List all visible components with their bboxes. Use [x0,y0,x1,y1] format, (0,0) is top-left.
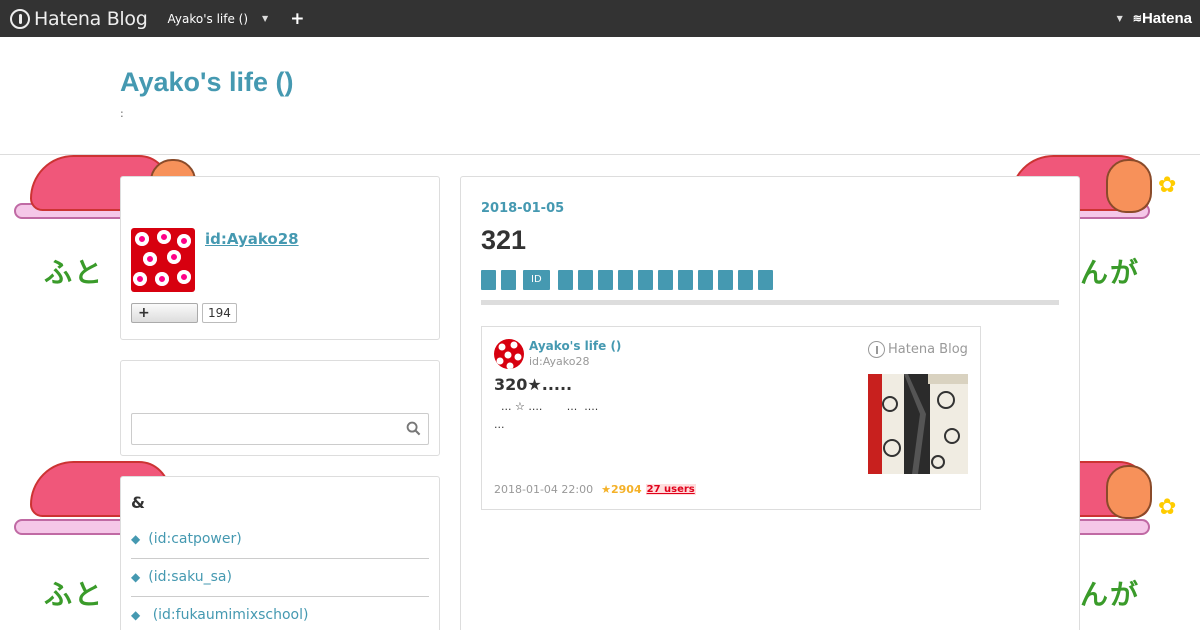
follow-button[interactable]: + [131,303,198,323]
embed-entry-title[interactable]: 320★..... [494,375,572,394]
background-text-left: ふと [44,256,105,289]
caret-down-icon: ▼ [262,14,269,23]
flower-icon: ✿ [1158,495,1177,520]
tag-button[interactable] [617,270,633,290]
search-input[interactable] [131,413,429,445]
entry-divider [481,300,1059,305]
tag-button[interactable] [677,270,693,290]
hatena-blog-logo[interactable]: Hatena Blog [10,8,148,30]
add-button[interactable]: + [290,9,304,29]
blog-header: Ayako's life () : [0,37,1200,155]
profile-module: id:Ayako28 + 194 [120,176,440,340]
embed-blog-name[interactable]: Ayako's life () [529,339,621,353]
embed-thumbnail[interactable] [868,374,968,474]
link-item-label: (id:catpower) [148,531,242,547]
tag-button[interactable] [577,270,593,290]
embed-star-count[interactable]: ★2904 [601,483,641,496]
tag-button[interactable] [597,270,613,290]
link-item[interactable]: ◆ (id:catpower) [131,531,429,547]
tag-id-button[interactable]: ID [523,270,550,290]
search-icon[interactable] [406,421,421,436]
tag-button[interactable] [557,270,573,290]
diamond-icon: ◆ [131,608,141,622]
blog-title[interactable]: Ayako's life () [120,67,293,98]
hatena-blog-logo-icon [10,8,30,29]
search-module [120,360,440,456]
links-module: & ◆ (id:catpower) ◆ (id:saku_sa) ◆ (id:fuk… [120,476,440,630]
embed-summary-line: ... [494,418,505,431]
user-menu-caret-icon[interactable]: ▼ [1117,14,1123,23]
embed-meta: 2018-01-04 22:00 ★2904 27 users [494,483,696,496]
background-text-right: んが [1080,578,1141,611]
tag-button[interactable] [717,270,733,290]
embed-bookmark-users[interactable]: 27 users [645,484,696,495]
links-title: & [131,493,145,512]
background-text-left: ふと [44,578,105,611]
profile-id-link[interactable]: id:Ayako28 [205,230,299,248]
blog-switcher[interactable]: Ayako's life () ▼ [168,12,269,26]
tag-button[interactable] [697,270,713,290]
diamond-icon: ◆ [131,532,141,546]
character-head-illustration [1106,159,1152,213]
divider [131,558,429,559]
blog-switcher-label: Ayako's life () [167,11,249,26]
tag-button[interactable] [737,270,753,290]
embed-hatena-blog-logo[interactable]: Hatena Blog [868,341,968,358]
blog-description: : [120,107,124,120]
entry-date[interactable]: 2018-01-05 [481,201,564,216]
embed-blog-id: id:Ayako28 [529,355,590,368]
hatena-blog-logo-icon [868,341,885,358]
tag-button[interactable] [657,270,673,290]
profile-avatar[interactable] [131,228,195,292]
link-item[interactable]: ◆ (id:fukaumimixschool) [131,607,429,623]
embedded-entry-card[interactable]: Ayako's life () id:Ayako28 Hatena Blog 3… [481,326,981,510]
embed-date: 2018-01-04 22:00 [494,483,594,496]
hatena-waves-icon: ≋ [1132,13,1142,25]
hatena-logo[interactable]: ≋ Hatena [1133,10,1192,27]
tag-button[interactable] [501,270,516,290]
character-head-illustration [1106,465,1152,519]
link-item-label: (id:fukaumimixschool) [152,607,309,623]
global-header: Hatena Blog Ayako's life () ▼ + ▼ ≋ Hate… [0,0,1200,37]
entry-tags: ID [481,270,778,290]
tag-button[interactable] [637,270,653,290]
background-text-right: んが [1080,256,1141,289]
follower-count[interactable]: 194 [202,303,237,323]
embed-summary-line: ... ☆ .... ... .... [494,400,599,413]
hatena-logo-text: Hatena [1141,10,1192,27]
link-item-label: (id:saku_sa) [148,569,232,585]
tag-button[interactable] [481,270,496,290]
divider [131,596,429,597]
hatena-blog-logo-text: Hatena Blog [34,7,148,30]
tag-button[interactable] [757,270,773,290]
diamond-icon: ◆ [131,570,141,584]
link-item[interactable]: ◆ (id:saku_sa) [131,569,429,585]
flower-icon: ✿ [1158,173,1177,198]
entry-title[interactable]: 321 [481,225,526,256]
embed-logo-text: Hatena Blog [888,342,968,357]
entry-article: 2018-01-05 321 ID Ayako's life () id:Aya… [460,176,1080,630]
embed-avatar[interactable] [494,339,524,369]
